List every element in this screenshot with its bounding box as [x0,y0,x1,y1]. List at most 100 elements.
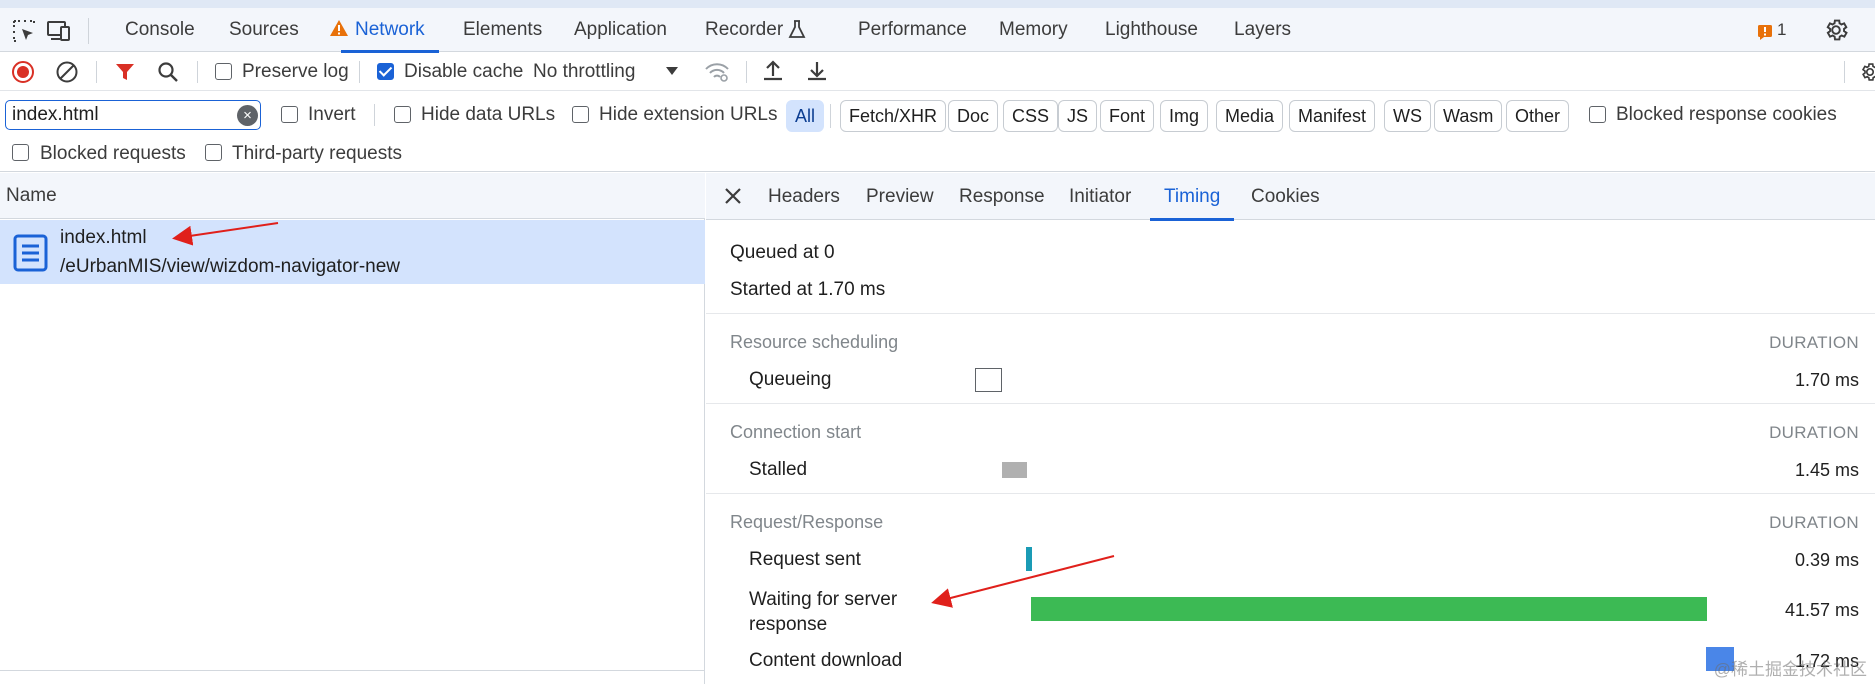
tab-application[interactable]: Application [574,8,667,52]
request-name: index.html [60,227,147,248]
filter-icon[interactable] [114,61,136,83]
type-filter-manifest[interactable]: Manifest [1289,100,1376,132]
toolbar-separator [1844,61,1845,83]
issues-count[interactable]: 1 [1777,8,1786,52]
invert-label[interactable]: Invert [308,104,356,126]
type-filter-all[interactable]: All [786,100,825,132]
import-har-icon[interactable] [762,59,784,83]
export-har-icon[interactable] [806,59,828,83]
warning-icon [330,20,348,36]
queueing-bar [975,368,1002,392]
duration-header: DURATION [1769,513,1859,532]
timing-label: Request sent [749,549,861,570]
devtools-tab-bar: Console Sources Network Elements Applica… [0,8,1875,53]
blocked-requests-label[interactable]: Blocked requests [40,143,186,165]
section-title: Connection start [730,422,862,442]
tab-timing[interactable]: Timing [1149,173,1235,221]
blocked-response-cookies-checkbox[interactable] [1589,106,1606,123]
details-tab-bar: Headers Preview Response Initiator Timin… [706,173,1875,221]
toolbar-separator [359,61,360,83]
filter-separator [374,104,375,126]
clear-filter-icon[interactable]: × [237,105,258,126]
timing-label: Waiting for server response [749,589,898,635]
type-filter-wasm[interactable]: Wasm [1434,100,1503,132]
network-conditions-icon[interactable] [704,61,730,83]
type-filter-js[interactable]: JS [1058,100,1098,132]
timing-label: Stalled [749,459,808,480]
close-icon[interactable] [722,185,744,207]
type-filter-css[interactable]: CSS [1003,100,1059,132]
record-stop-icon[interactable] [11,60,35,84]
hide-extension-urls-label[interactable]: Hide extension URLs [599,104,777,126]
tab-response[interactable]: Response [959,173,1045,220]
settings-gear-icon[interactable] [1823,17,1849,43]
type-filter-doc[interactable]: Doc [948,100,999,132]
network-toolbar: Preserve log Disable cache No throttling [0,53,1875,91]
toolbar-separator [96,61,97,83]
type-filter-font[interactable]: Font [1100,100,1155,132]
third-party-requests-label[interactable]: Third-party requests [232,143,402,165]
toolbar-separator [197,61,198,83]
hide-data-urls-label[interactable]: Hide data URLs [421,104,555,126]
hide-extension-urls-checkbox[interactable] [572,106,589,123]
tab-layers[interactable]: Layers [1234,8,1291,52]
throttling-select[interactable]: No throttling [533,61,635,83]
hide-data-urls-checkbox[interactable] [394,106,411,123]
chevron-down-icon[interactable] [665,66,679,76]
flask-icon [788,20,806,38]
timing-duration: 1.70 ms [1794,370,1859,390]
preserve-log-label[interactable]: Preserve log [242,61,349,83]
tab-sources[interactable]: Sources [229,8,299,52]
browser-top-strip [0,0,1875,8]
network-settings-gear-icon[interactable] [1859,61,1875,83]
tab-network[interactable]: Network [341,8,439,53]
tab-lighthouse[interactable]: Lighthouse [1105,8,1198,52]
filter-bar: index.html × Invert Hide data URLs Hide … [0,92,1875,172]
list-footer [0,670,705,684]
stalled-bar [1002,462,1027,478]
disable-cache-checkbox[interactable] [377,63,394,80]
duration-header: DURATION [1769,423,1859,442]
request-list: Name index.html /eUrbanMIS/view/wizdom-n… [0,173,705,684]
toolbar-separator [746,61,747,83]
device-toolbar-icon[interactable] [46,18,72,44]
request-row[interactable]: index.html /eUrbanMIS/view/wizdom-naviga… [0,220,705,284]
third-party-requests-checkbox[interactable] [205,144,222,161]
watermark: @稀土掘金技术社区 [1713,660,1867,679]
timing-label: Content download [749,650,903,671]
invert-checkbox[interactable] [281,106,298,123]
filter-input[interactable]: index.html [5,100,261,130]
request-details: Headers Preview Response Initiator Timin… [706,173,1875,684]
type-filter-fetch-xhr[interactable]: Fetch/XHR [840,100,947,132]
section-title: Resource scheduling [730,332,899,352]
tab-initiator[interactable]: Initiator [1069,173,1131,220]
tab-console[interactable]: Console [125,8,195,52]
timing-duration: 0.39 ms [1794,550,1859,570]
document-icon [13,234,48,272]
tab-preview[interactable]: Preview [866,173,934,220]
type-filter-img[interactable]: Img [1160,100,1209,132]
tab-elements[interactable]: Elements [463,8,542,52]
queued-at: Queued at 0 [730,242,835,263]
tab-memory[interactable]: Memory [999,8,1068,52]
search-icon[interactable] [156,60,180,84]
tab-separator [88,18,89,44]
preserve-log-checkbox[interactable] [215,63,232,80]
inspect-element-icon[interactable] [11,18,37,44]
blocked-response-cookies-label[interactable]: Blocked response cookies [1616,104,1837,126]
timing-duration: 41.57 ms [1784,600,1859,620]
started-at: Started at 1.70 ms [730,279,886,300]
disable-cache-label[interactable]: Disable cache [404,61,523,83]
type-filter-other[interactable]: Other [1506,100,1570,132]
type-filter-ws[interactable]: WS [1384,100,1431,132]
clear-icon[interactable] [55,60,79,84]
issues-icon[interactable] [1757,24,1773,40]
tab-headers[interactable]: Headers [768,173,840,220]
tab-performance[interactable]: Performance [858,8,967,52]
section-divider [706,403,1875,404]
tab-cookies[interactable]: Cookies [1251,173,1320,220]
name-column-header[interactable]: Name [0,173,705,219]
blocked-requests-checkbox[interactable] [12,144,29,161]
type-filter-media[interactable]: Media [1216,100,1284,132]
tab-recorder[interactable]: Recorder [705,8,783,52]
